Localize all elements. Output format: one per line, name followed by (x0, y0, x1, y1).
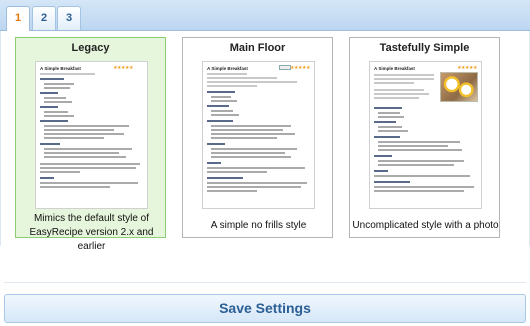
style-title: Tastefully Simple (379, 42, 470, 54)
recipe-preview-thumbnail: A Simple Breakfast ★★★★★ (369, 61, 482, 209)
rating-stars-icon: ★★★★★ (113, 65, 133, 71)
style-card-legacy[interactable]: Legacy A Simple Breakfast ★★★★★ Mimics t… (15, 37, 166, 252)
rating-stars-icon: ★★★★★ (290, 65, 310, 71)
preview-heading: A Simple Breakfast (40, 66, 81, 71)
style-description: A simple no frills style (210, 220, 307, 231)
divider (4, 282, 526, 283)
style-gallery: Legacy A Simple Breakfast ★★★★★ Mimics t… (0, 31, 530, 252)
recipe-preview-thumbnail: A Simple Breakfast ★★★★★ (202, 61, 315, 209)
save-settings-button[interactable]: Save Settings (4, 294, 526, 323)
recipe-photo-icon (440, 72, 478, 102)
style-title: Main Floor (229, 42, 286, 54)
style-title: Legacy (71, 42, 110, 54)
style-tab-bar: 1 2 3 (0, 0, 530, 32)
preview-heading: A Simple Breakfast (207, 66, 248, 71)
tab-2[interactable]: 2 (32, 6, 56, 30)
rating-stars-icon: ★★★★★ (457, 65, 477, 71)
style-description: Mimics the default style of EasyRecipe v… (29, 213, 154, 252)
style-description: Uncomplicated style with a photo (352, 220, 499, 231)
preview-heading: A Simple Breakfast (374, 66, 415, 71)
style-card-main-floor[interactable]: Main Floor A Simple Breakfast ★★★★★ A si… (182, 37, 333, 238)
recipe-preview-thumbnail: A Simple Breakfast ★★★★★ (35, 61, 148, 209)
tab-1[interactable]: 1 (6, 6, 30, 32)
style-card-tastefully-simple[interactable]: Tastefully Simple A Simple Breakfast ★★★… (349, 37, 500, 238)
tab-3[interactable]: 3 (57, 6, 81, 30)
